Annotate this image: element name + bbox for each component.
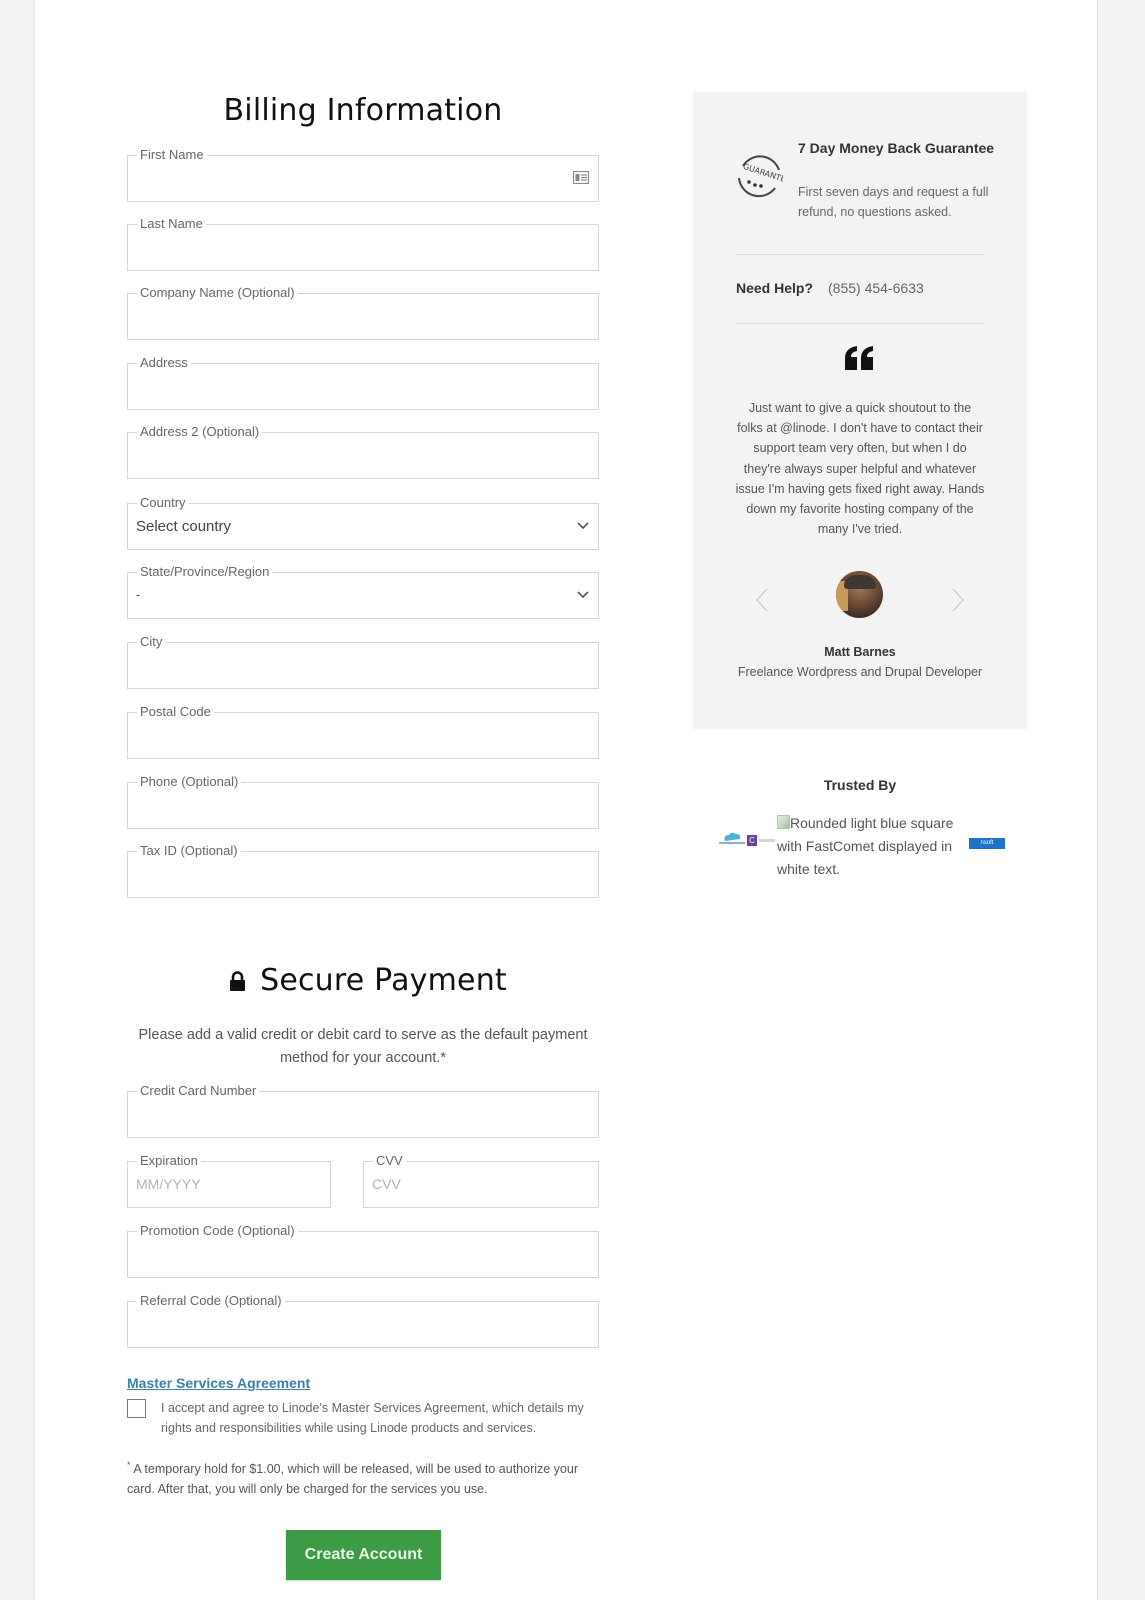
address2-field[interactable]: Address 2 (Optional) bbox=[127, 424, 599, 479]
expiration-label: Expiration bbox=[137, 1153, 201, 1169]
grey-logo bbox=[759, 839, 775, 842]
tax-id-field[interactable]: Tax ID (Optional) bbox=[127, 843, 599, 898]
state-label: State/Province/Region bbox=[137, 564, 273, 580]
state-select[interactable]: State/Province/Region - bbox=[127, 564, 599, 619]
testimonial-text: Just want to give a quick shoutout to th… bbox=[735, 401, 985, 537]
broken-image-icon bbox=[777, 815, 790, 829]
trusted-logos: C Rounded light blue square with FastCom… bbox=[717, 808, 1007, 878]
first-name-label: First Name bbox=[137, 147, 207, 163]
country-select[interactable]: Country Select country bbox=[127, 495, 599, 550]
payment-title: Secure Payment bbox=[127, 963, 599, 998]
testimonial-author: Matt Barnes bbox=[824, 645, 896, 659]
hold-note-mark: * bbox=[127, 1460, 131, 1470]
card-number-field[interactable]: Credit Card Number bbox=[127, 1083, 599, 1138]
phone-field[interactable]: Phone (Optional) bbox=[127, 774, 599, 829]
expiration-placeholder: MM/YYYY bbox=[136, 1176, 201, 1192]
accept-msa-checkbox[interactable] bbox=[127, 1399, 146, 1418]
cvv-placeholder: CVV bbox=[372, 1176, 401, 1192]
chevron-left-icon[interactable] bbox=[756, 588, 768, 612]
help-phone[interactable]: (855) 454-6633 bbox=[828, 280, 924, 296]
first-name-field[interactable]: First Name bbox=[127, 147, 599, 202]
state-value: - bbox=[136, 587, 141, 602]
tax-id-label: Tax ID (Optional) bbox=[137, 843, 241, 859]
guarantee-stamp-icon: GUARANTEE bbox=[738, 155, 783, 198]
sidebar-panel: GUARANTEE 7 Day Money Back Guarantee Fir… bbox=[693, 92, 1027, 729]
card-number-label: Credit Card Number bbox=[137, 1083, 260, 1099]
contact-card-icon[interactable] bbox=[573, 171, 589, 184]
cvv-label: CVV bbox=[373, 1153, 406, 1169]
cloud-logo-icon bbox=[719, 832, 745, 844]
billing-title: Billing Information bbox=[223, 93, 503, 128]
referral-code-field[interactable]: Referral Code (Optional) bbox=[127, 1293, 599, 1348]
trusted-by-title: Trusted By bbox=[823, 777, 897, 793]
quote-icon bbox=[845, 346, 873, 370]
guarantee-text: First seven days and request a full refu… bbox=[798, 185, 989, 219]
c-logo: C bbox=[747, 835, 757, 846]
address-label: Address bbox=[137, 355, 191, 371]
company-name-label: Company Name (Optional) bbox=[137, 285, 298, 301]
payment-title-text: Secure Payment bbox=[260, 963, 507, 998]
referral-code-label: Referral Code (Optional) bbox=[137, 1293, 285, 1309]
company-name-field[interactable]: Company Name (Optional) bbox=[127, 285, 599, 340]
avatar-cap bbox=[844, 575, 876, 589]
address2-label: Address 2 (Optional) bbox=[137, 424, 263, 440]
chevron-right-icon[interactable] bbox=[952, 588, 964, 612]
expiration-field[interactable]: Expiration MM/YYYY bbox=[127, 1153, 331, 1208]
last-name-label: Last Name bbox=[137, 216, 206, 232]
fastcomet-alt-text: Rounded light blue square with FastComet… bbox=[777, 815, 954, 877]
postal-code-label: Postal Code bbox=[137, 704, 214, 720]
country-label: Country bbox=[137, 495, 189, 511]
promotion-code-field[interactable]: Promotion Code (Optional) bbox=[127, 1223, 599, 1278]
accept-msa-text: I accept and agree to Linode's Master Se… bbox=[161, 1401, 584, 1435]
guarantee-title: 7 Day Money Back Guarantee bbox=[798, 140, 995, 156]
create-account-button[interactable]: Create Account bbox=[286, 1530, 441, 1580]
postal-code-field[interactable]: Postal Code bbox=[127, 704, 599, 759]
hold-note: * A temporary hold for $1.00, which will… bbox=[127, 1455, 599, 1499]
city-field[interactable]: City bbox=[127, 634, 599, 689]
city-label: City bbox=[137, 634, 166, 650]
chevron-down-icon bbox=[577, 522, 589, 530]
hold-note-text: A temporary hold for $1.00, which will b… bbox=[127, 1462, 578, 1497]
master-services-agreement-link[interactable]: Master Services Agreement bbox=[127, 1375, 310, 1391]
blue-logo: nsoft bbox=[969, 838, 1005, 849]
phone-label: Phone (Optional) bbox=[137, 774, 242, 790]
payment-intro: Please add a valid credit or debit card … bbox=[138, 1027, 588, 1066]
country-value: Select country bbox=[136, 518, 232, 535]
cvv-field[interactable]: CVV CVV bbox=[363, 1153, 599, 1208]
lock-icon bbox=[230, 971, 246, 991]
divider bbox=[736, 254, 984, 255]
fastcomet-logo-alt: Rounded light blue square with FastComet… bbox=[777, 812, 967, 881]
chevron-down-icon bbox=[577, 591, 589, 599]
last-name-field[interactable]: Last Name bbox=[127, 216, 599, 271]
author-avatar bbox=[836, 571, 883, 618]
testimonial-author-role: Freelance Wordpress and Drupal Developer bbox=[737, 665, 983, 679]
divider bbox=[736, 323, 984, 324]
address-field[interactable]: Address bbox=[127, 355, 599, 410]
promotion-code-label: Promotion Code (Optional) bbox=[137, 1223, 298, 1239]
need-help-label: Need Help? bbox=[736, 280, 814, 296]
